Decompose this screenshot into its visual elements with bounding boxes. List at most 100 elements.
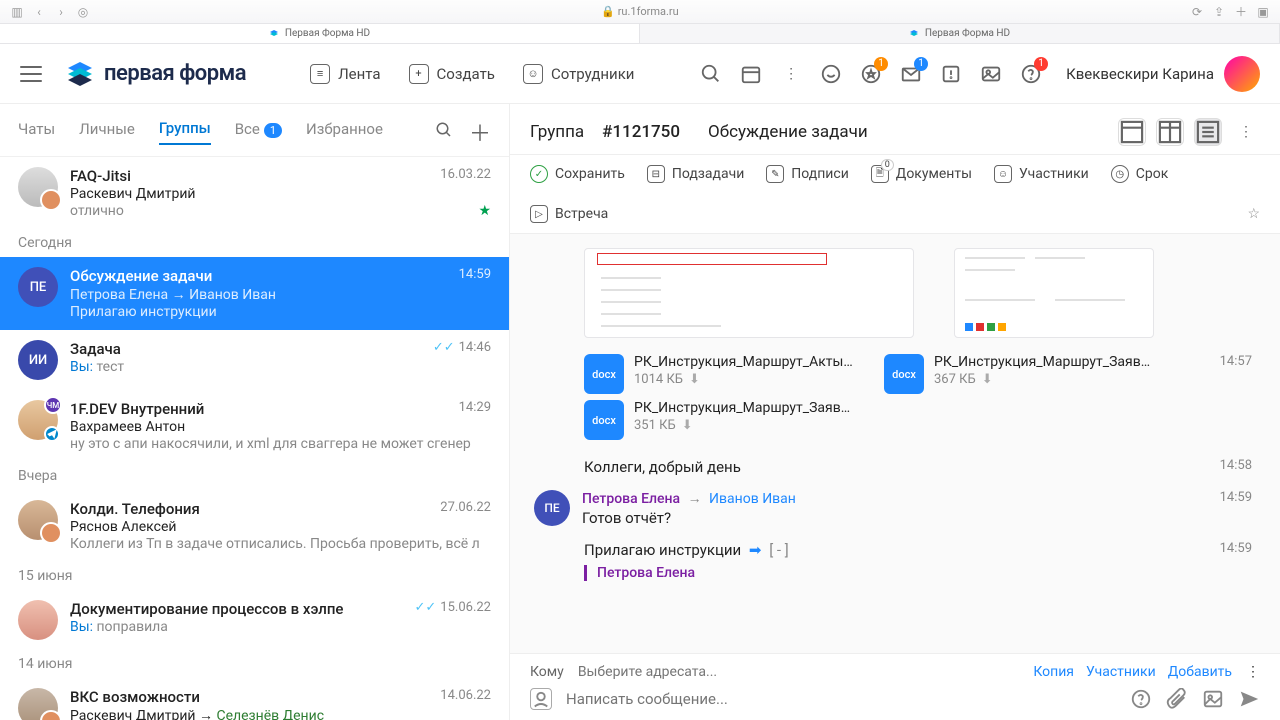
brand[interactable]: первая форма (66, 60, 246, 88)
reader-icon[interactable]: ⟳ (1190, 5, 1204, 19)
alerts-button[interactable] (940, 63, 962, 85)
chat-item[interactable]: Колди. Телефония Ряснов Алексей Коллеги … (0, 490, 509, 562)
chat-item[interactable]: Документирование процессов в хэлпе Вы: п… (0, 590, 509, 650)
meeting-button[interactable]: ▷Встреча (530, 205, 608, 223)
signatures-button[interactable]: ✎Подписи (766, 165, 849, 183)
search-button[interactable] (700, 63, 722, 85)
composer-more-button[interactable]: ⋮ (1246, 664, 1260, 680)
participants-link[interactable]: Участники (1086, 664, 1156, 680)
chat-avatar: ЧМ (18, 400, 58, 440)
file-attachment[interactable]: docx РК_Инструкция_Маршрут_Заявка на ...… (884, 354, 1154, 394)
composer-help-button[interactable] (1130, 688, 1152, 710)
chat-avatar: ИИ (18, 340, 58, 380)
chat-item[interactable]: ПЕ Обсуждение задачи Петрова Елена → Ива… (0, 257, 509, 330)
contact-icon[interactable] (530, 688, 552, 710)
favorites-button[interactable]: 1 (860, 63, 882, 85)
forward-icon[interactable]: › (54, 5, 68, 19)
file-attachments: docx РК_Инструкция_Маршрут_Заявки_на... … (584, 400, 1256, 440)
download-icon[interactable]: ⬇ (689, 372, 700, 387)
layout-split-button[interactable] (1156, 118, 1184, 146)
read-icon: ✓✓ (433, 340, 455, 355)
chat-subtitle: Раскевич Дмитрий → Селезнёв Денис (70, 707, 491, 720)
address-bar[interactable]: 🔒 ru.1forma.ru (98, 5, 1182, 18)
chat-item[interactable]: ИИ Задача Вы: тест ✓✓14:46 (0, 330, 509, 390)
calendar-button[interactable] (740, 63, 762, 85)
date-separator: Вчера (0, 462, 509, 490)
browser-tab[interactable]: Первая Форма HD (640, 24, 1280, 43)
message-input[interactable] (566, 690, 1116, 708)
help-button[interactable]: 1 (1020, 63, 1042, 85)
lock-icon: 🔒 (601, 5, 615, 18)
sidebar-tabs: Чаты Личные Группы Все1 Избранное ＋ (0, 104, 509, 157)
browser-tab[interactable]: Первая Форма HD (0, 24, 640, 43)
brand-name: первая форма (104, 61, 246, 86)
download-icon[interactable]: ⬇ (682, 418, 693, 433)
docx-icon: docx (584, 354, 624, 394)
tab-title: Первая Форма HD (925, 28, 1010, 39)
sidebar-toggle-icon[interactable]: ▥ (10, 5, 24, 19)
tab-personal[interactable]: Личные (79, 120, 135, 144)
nav-employees[interactable]: ☺Сотрудники (523, 64, 635, 84)
tab-chats[interactable]: Чаты (18, 120, 55, 144)
subtasks-button[interactable]: ⊟Подзадачи (647, 165, 744, 183)
header-title: Обсуждение задачи (708, 122, 868, 142)
chat-subtitle: Вахрамеев Антон (70, 419, 491, 435)
image-thumbnail[interactable] (584, 248, 914, 338)
header-id: #1121750 (602, 122, 680, 142)
create-icon: + (409, 64, 429, 84)
new-tab-icon[interactable]: ＋ (1234, 5, 1248, 19)
search-chats-button[interactable] (435, 121, 453, 143)
inbox-button[interactable]: 1 (900, 63, 922, 85)
message-time: 14:57 (1220, 354, 1252, 369)
tab-all[interactable]: Все1 (235, 120, 282, 144)
brand-logo-icon (66, 60, 94, 88)
add-chat-button[interactable]: ＋ (469, 116, 491, 148)
chat-avatar (18, 500, 58, 540)
layout-single-button[interactable] (1118, 118, 1146, 146)
gallery-button[interactable] (980, 63, 1002, 85)
attach-button[interactable] (1166, 688, 1188, 710)
tabs-icon[interactable]: ▣ (1256, 5, 1270, 19)
chat-item[interactable]: FAQ-Jitsi Раскевич Дмитрий отлично 16.03… (0, 157, 509, 229)
quote-author: Петрова Елена (597, 565, 695, 581)
image-thumbnail[interactable] (954, 248, 1154, 338)
chat-item[interactable]: ВКС возможности Раскевич Дмитрий → Селез… (0, 678, 509, 720)
chat-button[interactable] (820, 63, 842, 85)
message-avatar: ПЕ (534, 490, 570, 526)
send-button[interactable] (1238, 688, 1260, 710)
file-attachment[interactable]: docx РК_Инструкция_Маршрут_Акты.docx 101… (584, 354, 854, 394)
more-button[interactable]: ⋮ (1232, 118, 1260, 146)
chat-item[interactable]: ЧМ 1F.DEV Внутренний Вахрамеев Антон ну … (0, 390, 509, 462)
tab-favorites[interactable]: Избранное (306, 120, 383, 144)
recipients-input[interactable] (578, 664, 1020, 680)
layout-detail-button[interactable] (1194, 118, 1222, 146)
chat-title: ВКС возможности (70, 688, 491, 706)
star-icon: ★ (478, 203, 491, 219)
more-button[interactable]: ⋮ (780, 63, 802, 85)
chat-avatar (18, 167, 58, 207)
back-icon[interactable]: ‹ (32, 5, 46, 19)
documents-badge: 0 (881, 159, 894, 171)
deadline-button[interactable]: ◷Срок (1111, 165, 1169, 183)
download-icon[interactable]: ⬇ (982, 372, 993, 387)
nav-create[interactable]: +Создать (409, 64, 495, 84)
participants-icon: ☺ (994, 165, 1012, 183)
nav-feed[interactable]: ≡Лента (310, 64, 380, 84)
user-menu[interactable]: Квеквескири Карина (1066, 56, 1260, 92)
add-link[interactable]: Добавить (1168, 664, 1232, 680)
file-attachment[interactable]: docx РК_Инструкция_Маршрут_Заявки_на... … (584, 400, 854, 440)
tab-groups[interactable]: Группы (159, 119, 211, 145)
participants-button[interactable]: ☺Участники (994, 165, 1089, 183)
copy-link[interactable]: Копия (1033, 664, 1074, 680)
star-button[interactable]: ☆ (1247, 206, 1260, 222)
documents-button[interactable]: 🗎0Документы (871, 165, 972, 183)
save-button[interactable]: ✓Сохранить (530, 165, 625, 183)
share-icon[interactable]: ⇪ (1212, 5, 1226, 19)
file-size: 367 КБ⬇ (934, 372, 1154, 387)
image-button[interactable] (1202, 688, 1224, 710)
collapse-toggle[interactable]: [ - ] (769, 541, 789, 559)
file-size: 1014 КБ⬇ (634, 372, 854, 387)
arrow-icon: → (688, 491, 702, 507)
menu-button[interactable] (20, 66, 42, 82)
content-toolbar: ✓Сохранить ⊟Подзадачи ✎Подписи 🗎0Докумен… (510, 155, 1280, 234)
